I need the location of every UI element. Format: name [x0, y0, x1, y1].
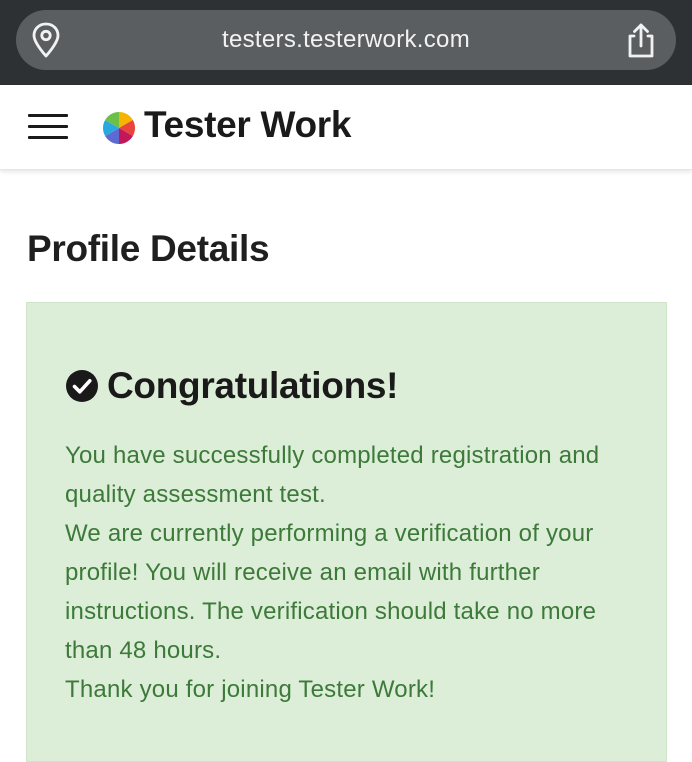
brand-name[interactable]: Tester Work [144, 104, 351, 146]
alert-message-line: Thank you for joining Tester Work! [65, 676, 436, 703]
alert-title: Congratulations! [107, 365, 399, 406]
hamburger-menu-icon[interactable] [28, 114, 68, 140]
alert-message-line: You have successfully completed registra… [65, 442, 600, 508]
location-pin-icon[interactable] [31, 22, 61, 58]
color-wheel-logo-icon[interactable] [102, 111, 136, 145]
alert-message-line: We are currently performing a verificati… [65, 520, 597, 664]
check-circle-icon [66, 370, 98, 402]
success-alert: Congratulations! You have successfully c… [26, 302, 667, 762]
alert-message: You have successfully completed registra… [65, 436, 640, 709]
browser-toolbar: testers.testerwork.com [0, 0, 692, 85]
url-text[interactable]: testers.testerwork.com [120, 10, 572, 70]
share-icon[interactable] [624, 22, 658, 60]
alert-heading: Congratulations! [65, 365, 398, 407]
page-title: Profile Details [27, 228, 270, 269]
site-header: Tester Work [0, 85, 692, 170]
